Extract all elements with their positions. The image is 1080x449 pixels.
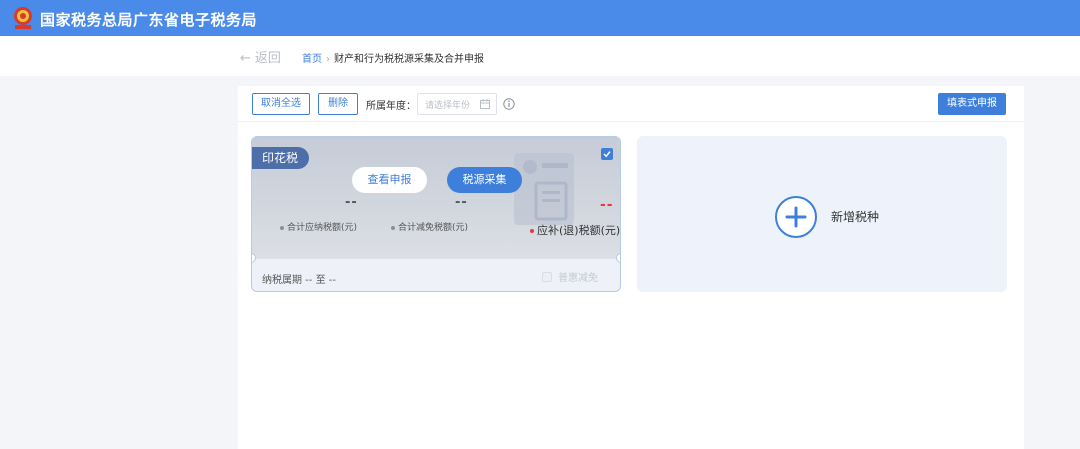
tax-period: 纳税属期 -- 至 -- [262, 275, 336, 286]
view-declaration-button[interactable]: 查看申报 [352, 167, 427, 193]
breadcrumb-bar [0, 36, 1080, 76]
add-circle-button[interactable] [775, 196, 817, 238]
plus-icon [785, 206, 807, 228]
inclusive-relief-label: 普惠减免 [558, 273, 598, 284]
total-payable-text: 合计应纳税额(元) [287, 223, 358, 233]
total-payable-value: -- [345, 195, 358, 210]
breadcrumb-separator: › [326, 54, 330, 65]
checkbox-checked-icon [603, 151, 611, 158]
breadcrumb: 首页 › 财产和行为税税源采集及合并申报 [302, 50, 484, 65]
refund-due-value: -- [600, 197, 614, 213]
tax-type-tag: 印花税 [252, 147, 309, 169]
card-divider [258, 258, 614, 259]
year-label: 所属年度： [366, 101, 416, 112]
tax-source-collect-button[interactable]: 税源采集 [447, 167, 522, 193]
toolbar-divider [238, 121, 1024, 122]
breadcrumb-current: 财产和行为税税源采集及合并申报 [334, 54, 484, 65]
delete-button[interactable]: 删除 [318, 93, 358, 115]
site-title: 国家税务总局广东省电子税务局 [40, 11, 258, 29]
back-label: 返回 [254, 51, 281, 66]
bullet-dot [391, 225, 395, 230]
breadcrumb-home-link[interactable]: 首页 [302, 54, 322, 65]
calendar-icon [480, 99, 490, 109]
cancel-select-all-button[interactable]: 取消全选 [252, 93, 310, 115]
bullet-dot [280, 225, 284, 230]
total-relief-text: 合计减免税额(元) [398, 223, 469, 233]
inclusive-relief-checkbox: 普惠减免 [542, 269, 598, 284]
stamp-tax-card[interactable]: 印花税 查看申报 税源采集 -- -- -- 合计应纳税额(元) 合计减免税额(… [251, 136, 621, 292]
year-picker-input[interactable]: 请选择年份 [417, 93, 497, 115]
arrow-left-icon: ← [240, 51, 251, 66]
checkbox-disabled-icon [542, 272, 552, 282]
total-relief-label: 合计减免税额(元) [391, 220, 468, 233]
ticket-notch [252, 253, 256, 263]
info-icon[interactable] [503, 98, 515, 110]
refund-due-label: 应补(退)税额(元) [530, 222, 620, 238]
year-placeholder: 请选择年份 [425, 101, 471, 111]
ticket-notch [616, 253, 620, 263]
document-watermark-icon [514, 153, 574, 225]
refund-due-text: 应补(退)税额(元) [537, 224, 621, 237]
add-tax-type-label: 新增税种 [831, 210, 880, 224]
card-checkbox[interactable] [601, 148, 613, 160]
add-tax-type-card[interactable]: 新增税种 [637, 136, 1007, 292]
national-emblem-icon [14, 7, 32, 29]
total-relief-value: -- [455, 195, 468, 210]
back-link[interactable]: ← 返回 [240, 47, 281, 66]
top-header: 国家税务总局广东省电子税务局 [0, 0, 1080, 36]
bullet-dot [530, 229, 534, 233]
fill-form-declare-button[interactable]: 填表式申报 [938, 93, 1006, 115]
total-payable-label: 合计应纳税额(元) [280, 220, 357, 233]
